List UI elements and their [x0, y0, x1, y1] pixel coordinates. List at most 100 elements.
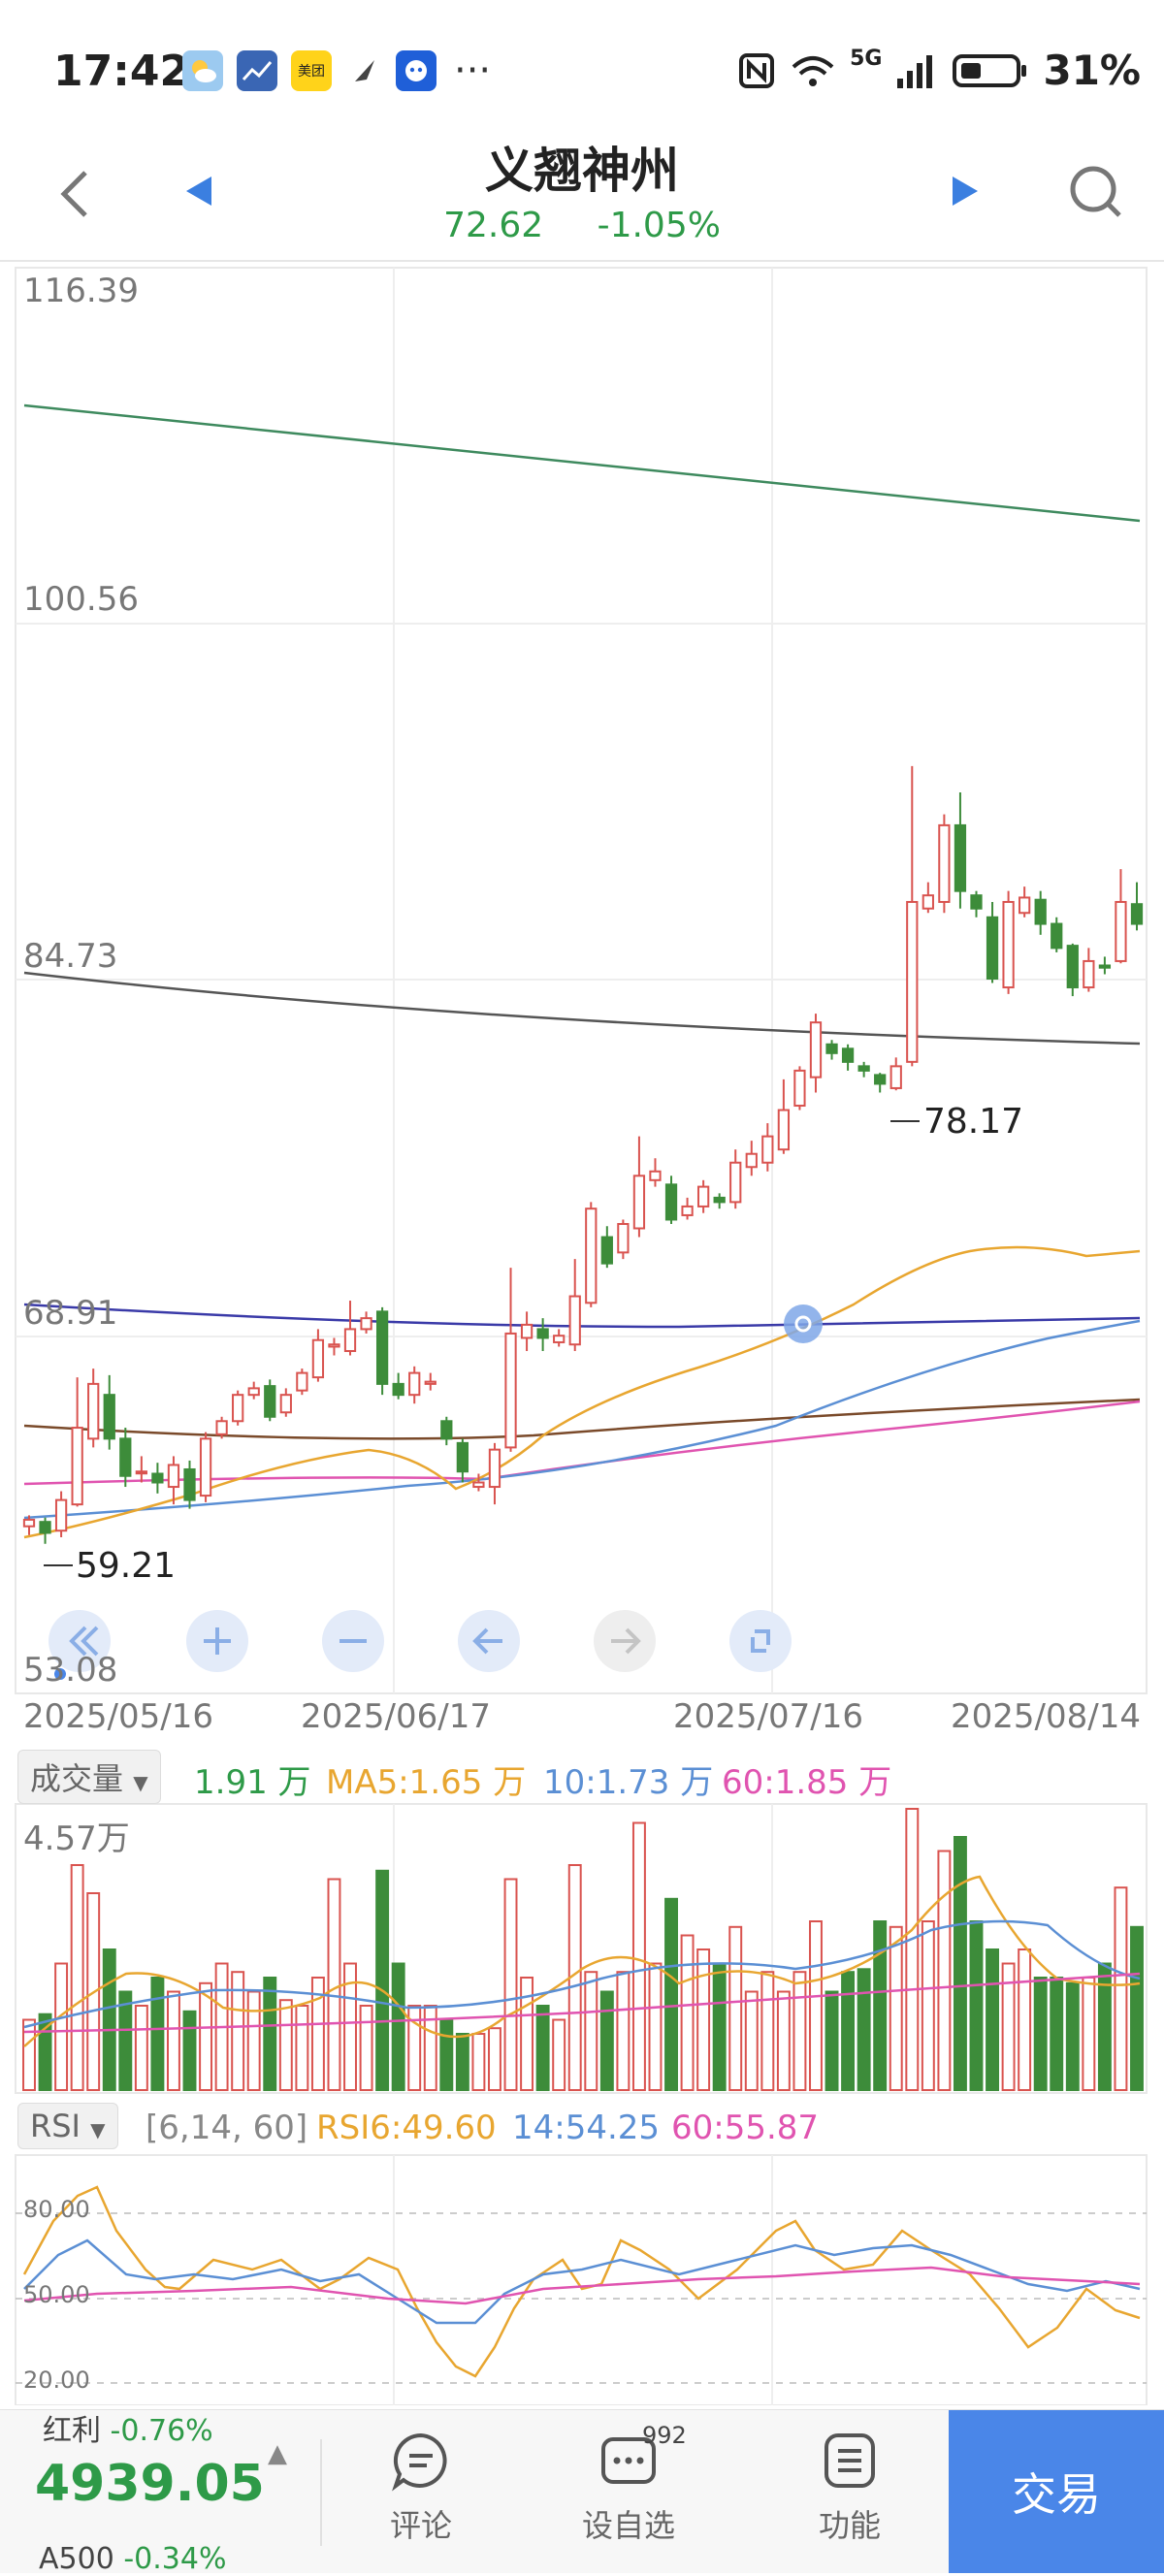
candle-down	[1130, 903, 1144, 925]
volume-ma5: MA5:1.65 万	[326, 1763, 527, 1802]
zoom-in-button[interactable]	[186, 1610, 248, 1672]
stock-chart[interactable]: 78.17 59.21	[0, 0, 1164, 2405]
candle-up	[761, 1135, 774, 1164]
candle-up	[906, 900, 919, 1063]
trade-button[interactable]: 交易	[949, 2410, 1164, 2573]
volume-bar-down	[857, 1968, 871, 2092]
date-label: 2025/06/17	[301, 1697, 491, 1736]
candle-down	[536, 1328, 549, 1339]
add-watchlist-button[interactable]: 992 设自选	[561, 2422, 696, 2546]
price-axis-label: 100.56	[23, 580, 139, 619]
volume-bar-down	[841, 1971, 856, 2091]
volume-bar-down	[375, 1869, 390, 2092]
candle-down	[264, 1385, 276, 1418]
candle-up	[167, 1464, 180, 1489]
low-label: 59.21	[76, 1546, 176, 1586]
candle-down	[39, 1521, 51, 1534]
toolbar-divider	[320, 2439, 322, 2546]
candle-up	[71, 1427, 83, 1506]
index-dividend[interactable]: 红利 -0.76%	[43, 2406, 213, 2449]
volume-max-label: 4.57万	[23, 1819, 130, 1858]
volume-selector-label: 成交量	[30, 1760, 124, 1797]
volume-bar-up	[520, 1977, 534, 2091]
candle-up	[1002, 900, 1015, 989]
cursor-dot[interactable]	[784, 1304, 823, 1343]
volume-bar-down	[824, 1990, 839, 2091]
fullscreen-button[interactable]	[729, 1610, 792, 1672]
pan-left-button[interactable]	[458, 1610, 520, 1672]
menu-icon	[824, 2433, 875, 2488]
zoom-out-button[interactable]	[322, 1610, 384, 1672]
candle-down	[713, 1196, 726, 1204]
candle-up	[215, 1420, 228, 1435]
volume-bar-up	[246, 1990, 261, 2091]
rsi-selector-label: RSI	[30, 2108, 81, 2144]
candle-up	[793, 1069, 806, 1108]
candle-down	[857, 1065, 870, 1072]
candle-down	[600, 1236, 613, 1265]
candle-up	[296, 1371, 308, 1392]
bottom-toolbar: 红利 -0.76% 4939.05 ▲ A500 -0.34% 评论 992 设…	[0, 2406, 1164, 2576]
volume-bar-down	[391, 1962, 405, 2091]
candle-down	[954, 823, 967, 892]
candle-down	[456, 1441, 469, 1473]
candle-down	[825, 1043, 838, 1054]
rsi14-value: 14:54.25	[512, 2109, 661, 2147]
high-label: 78.17	[923, 1102, 1023, 1142]
volume-bar-down	[1097, 1962, 1112, 2091]
volume-bar-down	[439, 2018, 454, 2091]
candle-down	[103, 1394, 115, 1440]
volume-bar-down	[1130, 1925, 1144, 2092]
date-label: 2025/08/14	[951, 1697, 1141, 1736]
comment-button[interactable]: 评论	[353, 2430, 489, 2546]
trend-line-blue	[23, 1303, 1141, 1329]
volume-bar-down	[1065, 1981, 1080, 2092]
candle-up	[360, 1317, 372, 1331]
candle-up	[87, 1382, 100, 1440]
comment-icon	[392, 2432, 447, 2492]
triangle-up-icon[interactable]: ▲	[268, 2439, 287, 2468]
volume-bar-up	[616, 1971, 630, 2091]
volume-bars	[22, 1808, 1144, 2092]
rsi-params: [6,14, 60]	[146, 2109, 308, 2147]
rsi60-value: 60:55.87	[671, 2109, 820, 2147]
candle-down	[664, 1183, 678, 1221]
comment-label: 评论	[389, 2507, 452, 2544]
candle-up	[22, 1518, 36, 1528]
candle-up	[279, 1394, 292, 1414]
candle-up	[472, 1481, 485, 1489]
rsi-header: RSI ▼ [6,14, 60] RSI6:49.60 14:54.25 60:…	[0, 2099, 1164, 2153]
index-value[interactable]: 4939.05	[35, 2455, 265, 2513]
candle-up	[809, 1021, 823, 1079]
candle-up	[1115, 900, 1127, 962]
volume-bar-up	[488, 2027, 501, 2091]
rsi-indicator-selector[interactable]: RSI ▼	[17, 2103, 118, 2149]
candle-up	[199, 1437, 212, 1497]
candle-up	[488, 1448, 501, 1489]
candle-up	[520, 1323, 534, 1339]
candle-up	[745, 1152, 758, 1169]
candle-down	[440, 1420, 453, 1440]
candle-up	[1083, 959, 1095, 989]
candle-up	[408, 1371, 421, 1397]
index-a500[interactable]: A500 -0.34%	[39, 2542, 226, 2576]
candle-up	[649, 1170, 662, 1181]
candle-down	[392, 1382, 404, 1397]
candle-up	[696, 1185, 710, 1208]
volume-bar-up	[680, 1934, 695, 2091]
volume-bar-up	[696, 1948, 711, 2091]
volume-ma10: 10:1.73 万	[543, 1763, 714, 1802]
volume-bar-up	[776, 1990, 791, 2091]
functions-button[interactable]: 功能	[782, 2430, 918, 2546]
volume-bar-up	[1114, 1886, 1128, 2091]
volume-bar-up	[760, 1971, 775, 2091]
candle-up	[938, 823, 951, 903]
volume-current: 1.91 万	[194, 1763, 311, 1802]
volume-indicator-selector[interactable]: 成交量 ▼	[17, 1750, 161, 1804]
candle-up	[54, 1498, 68, 1532]
volume-bar-up	[134, 2005, 148, 2091]
index-dividend-name: 红利	[43, 2414, 101, 2448]
pan-right-button[interactable]	[594, 1610, 656, 1672]
volume-bar-down	[150, 1977, 165, 2091]
candle-up	[504, 1332, 517, 1449]
